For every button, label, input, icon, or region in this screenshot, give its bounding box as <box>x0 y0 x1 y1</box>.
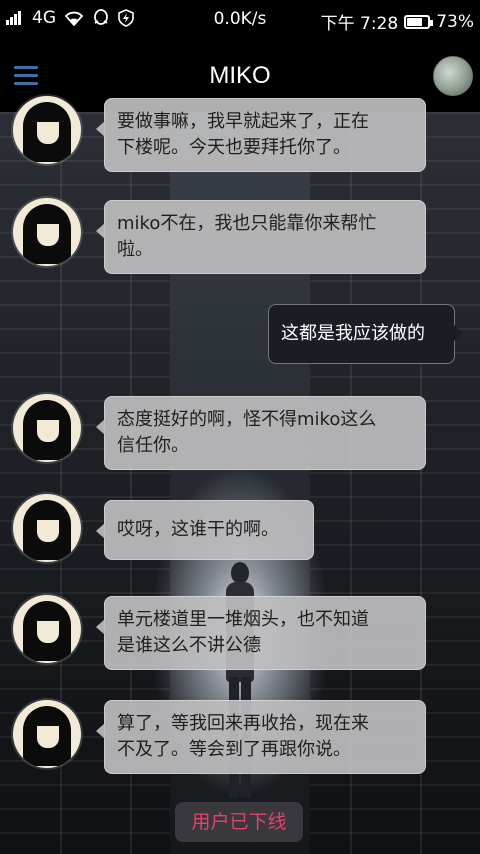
message-bubble[interactable]: 单元楼道里一堆烟头，也不知道 是谁这么不讲公德 <box>96 596 426 670</box>
message-bubble[interactable]: 态度挺好的啊，怪不得miko这么 信任你。 <box>96 396 426 470</box>
message-bubble[interactable]: 算了，等我回来再收拾，现在来 不及了。等会到了再跟你说。 <box>96 700 426 774</box>
message-line: 是谁这么不讲公德 <box>117 635 261 656</box>
message-line: 不及了。等会到了再跟你说。 <box>117 739 351 760</box>
battery-percent: 73% <box>436 11 474 32</box>
avatar[interactable] <box>13 198 81 266</box>
message-line: 下楼呢。今天也要拜托你了。 <box>117 137 351 158</box>
status-right: 下午 7:28 73% <box>320 9 474 35</box>
clock: 下午 7:28 <box>320 14 399 34</box>
avatar[interactable] <box>13 595 81 663</box>
message-line: 算了，等我回来再收拾，现在来 <box>117 713 369 734</box>
message-line: 这都是我应该做的 <box>281 323 425 344</box>
message-bubble[interactable]: 这都是我应该做的 <box>268 304 463 364</box>
message-bubble[interactable]: miko不在，我也只能靠你来帮忙 啦。 <box>96 200 426 274</box>
message-line: 态度挺好的啊，怪不得miko这么 <box>117 409 377 430</box>
chat-title: MIKO <box>209 62 271 89</box>
battery-fill <box>407 17 423 26</box>
avatar[interactable] <box>13 394 81 462</box>
avatar[interactable] <box>13 96 81 164</box>
message-bubble[interactable]: 哎呀，这谁干的啊。 <box>96 500 314 560</box>
battery-icon <box>404 14 434 29</box>
avatar[interactable] <box>13 700 81 768</box>
message-line: 哎呀，这谁干的啊。 <box>117 519 279 540</box>
message-line: 要做事嘛，我早就起来了，正在 <box>117 111 369 132</box>
message-line: 信任你。 <box>117 435 189 456</box>
message-line: 啦。 <box>117 239 153 260</box>
message-line: miko不在，我也只能靠你来帮忙 <box>117 213 377 234</box>
message-bubble[interactable]: 要做事嘛，我早就起来了，正在 下楼呢。今天也要拜托你了。 <box>96 98 426 172</box>
contact-avatar[interactable] <box>433 56 473 96</box>
message-line: 单元楼道里一堆烟头，也不知道 <box>117 609 369 630</box>
offline-status-badge: 用户已下线 <box>175 802 303 842</box>
avatar[interactable] <box>13 494 81 562</box>
status-bar: 4G 0.0K/s 下午 7:28 73% <box>0 0 480 38</box>
